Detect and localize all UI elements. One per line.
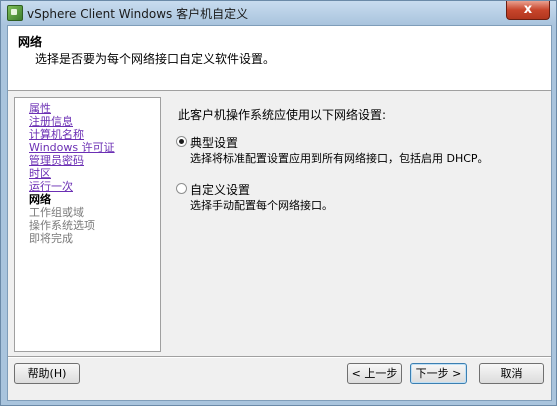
network-question: 此客户机操作系统应使用以下网络设置: [178,108,387,122]
custom-settings-radio[interactable] [176,183,187,194]
nav-item-label: 网络 [29,193,51,206]
nav-item-label[interactable]: 注册信息 [29,115,73,128]
help-button[interactable]: 帮助(H) [14,363,80,384]
nav-item: 工作组或域 [29,206,115,219]
nav-item[interactable]: 时区 [29,167,115,180]
network-settings-panel: 此客户机操作系统应使用以下网络设置: 典型设置 选择将标准配置设置应用到所有网络… [168,97,548,350]
nav-item-label: 操作系统选项 [29,219,95,232]
typical-settings-description: 选择将标准配置设置应用到所有网络接口，包括启用 DHCP。 [190,152,489,165]
next-button[interactable]: 下一步 > [410,363,467,384]
footer-divider [8,356,551,358]
nav-item: 网络 [29,193,115,206]
title-bar[interactable]: vSphere Client Windows 客户机自定义 x [1,1,556,25]
nav-item[interactable]: 计算机名称 [29,128,115,141]
cancel-button[interactable]: 取消 [479,363,544,384]
step-title: 网络 [18,35,43,49]
nav-item-label: 即将完成 [29,232,73,245]
nav-item[interactable]: 运行一次 [29,180,115,193]
nav-item-label[interactable]: 管理员密码 [29,154,84,167]
close-icon: x [523,2,533,17]
step-list: 属性 注册信息 计算机名称 Windows 许可证 管理员密码 时区 运行一次 网络 工作组或域… [29,102,115,245]
typical-settings-option[interactable]: 典型设置 选择将标准配置设置应用到所有网络接口，包括启用 DHCP。 [176,134,536,168]
step-navigation: 属性 注册信息 计算机名称 Windows 许可证 管理员密码 时区 运行一次 网络 工作组或域… [14,97,161,352]
nav-item: 即将完成 [29,232,115,245]
vsphere-app-icon [7,5,23,21]
nav-item-label[interactable]: 时区 [29,167,51,180]
typical-settings-radio[interactable] [176,136,187,147]
wizard-client-area: 网络 选择是否要为每个网络接口自定义软件设置。 属性 注册信息 计算机名称 Windo… [7,25,552,401]
nav-item: 操作系统选项 [29,219,115,232]
step-header: 网络 选择是否要为每个网络接口自定义软件设置。 [8,26,551,91]
back-button[interactable]: < 上一步 [347,363,402,384]
window-title: vSphere Client Windows 客户机自定义 [27,7,249,21]
nav-item[interactable]: 管理员密码 [29,154,115,167]
nav-item[interactable]: Windows 许可证 [29,141,115,154]
typical-settings-label: 典型设置 [190,136,239,150]
nav-item-label[interactable]: 计算机名称 [29,128,84,141]
custom-settings-option[interactable]: 自定义设置 选择手动配置每个网络接口。 [176,181,536,215]
nav-item-label[interactable]: 属性 [29,102,51,115]
wizard-window: vSphere Client Windows 客户机自定义 x 网络 选择是否要… [0,0,557,406]
step-subtitle: 选择是否要为每个网络接口自定义软件设置。 [35,52,276,66]
nav-item[interactable]: 属性 [29,102,115,115]
nav-item-label: 工作组或域 [29,206,84,219]
custom-settings-label: 自定义设置 [190,183,251,197]
nav-item-label[interactable]: 运行一次 [29,180,73,193]
nav-item-label[interactable]: Windows 许可证 [29,141,115,154]
nav-item[interactable]: 注册信息 [29,115,115,128]
close-button[interactable]: x [506,1,550,20]
custom-settings-description: 选择手动配置每个网络接口。 [190,199,333,212]
